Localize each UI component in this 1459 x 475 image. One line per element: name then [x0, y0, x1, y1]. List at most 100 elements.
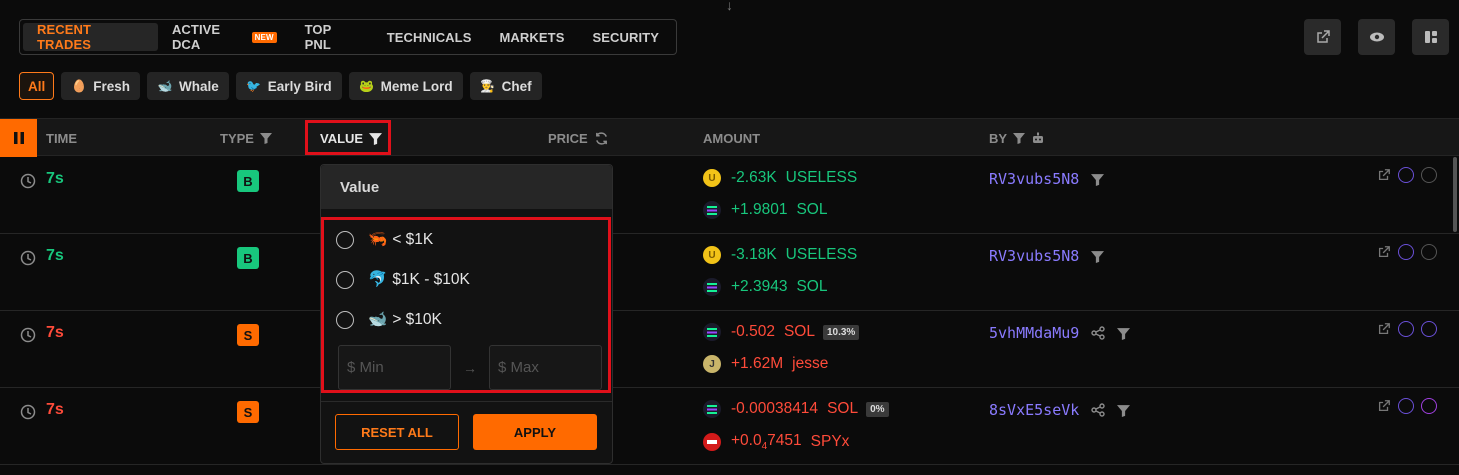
token-symbol[interactable]: SOL	[784, 323, 815, 341]
value-column-highlight	[305, 120, 391, 155]
token-symbol[interactable]: USELESS	[786, 169, 858, 187]
wallet-address[interactable]: RV3vubs5N8	[989, 247, 1079, 265]
tab-label: TECHNICALS	[386, 29, 472, 45]
trade-type-badge: B	[237, 247, 259, 269]
column-time: TIME	[46, 119, 77, 157]
amount-value: +1.9801	[731, 201, 788, 218]
tab-top-pnl[interactable]: TOP PNL	[291, 22, 373, 52]
option-label: < $1K	[392, 230, 434, 248]
token-symbol[interactable]: SOL	[796, 201, 827, 219]
column-amount: AMOUNT	[703, 119, 760, 157]
radio-button[interactable]	[336, 310, 354, 329]
tab-active-dca[interactable]: ACTIVE DCA NEW	[158, 22, 291, 52]
wallet-address[interactable]: RV3vubs5N8	[989, 170, 1079, 188]
filter-icon[interactable]	[1091, 250, 1105, 263]
radio-button[interactable]	[336, 270, 354, 289]
chip-whale[interactable]: 🐋 Whale	[147, 72, 229, 100]
value-option-large[interactable]: 🐋 > $10K	[336, 310, 442, 329]
explorer-icon[interactable]	[1398, 244, 1414, 260]
explorer-icon[interactable]	[1398, 321, 1414, 337]
wallet-address[interactable]: 5vhMMdaMu9	[989, 324, 1079, 342]
filter-icon[interactable]	[259, 132, 272, 144]
new-badge: NEW	[251, 31, 277, 43]
value-option-small[interactable]: 🦐 < $1K	[336, 230, 433, 249]
bird-icon: 🐦	[246, 79, 262, 93]
egg-icon: 🥚	[71, 79, 87, 93]
token-symbol[interactable]: SOL	[827, 400, 858, 418]
tab-markets[interactable]: MARKETS	[485, 23, 578, 51]
token-symbol[interactable]: jesse	[792, 355, 828, 373]
table-row[interactable]: 7s S -0.502 SOL 10.3% J +1.62M jesse 5vh…	[0, 311, 1459, 388]
amount-value: -2.63K	[731, 169, 777, 186]
reset-all-button[interactable]: RESET ALL	[335, 414, 459, 450]
min-value-input[interactable]	[338, 345, 451, 390]
token-symbol[interactable]: SOL	[796, 278, 827, 296]
jesse-token-icon: J	[703, 355, 721, 373]
filter-icon[interactable]	[1117, 404, 1131, 417]
bot-icon[interactable]	[1031, 132, 1045, 144]
trader-wallet[interactable]: RV3vubs5N8	[989, 247, 1105, 265]
trader-wallet[interactable]: 5vhMMdaMu9	[989, 324, 1131, 342]
chip-all[interactable]: All	[19, 72, 55, 100]
explorer-icon[interactable]	[1398, 167, 1414, 183]
trader-wallet[interactable]: 8sVxE5seVk	[989, 401, 1131, 419]
trader-wallet[interactable]: RV3vubs5N8	[989, 170, 1105, 188]
amount-prefix: +0.0	[731, 432, 762, 449]
table-row[interactable]: 7s B U -2.63K USELESS +1.9801 SOL RV3vub…	[0, 157, 1459, 234]
dex-icon[interactable]	[1421, 398, 1437, 414]
apply-button[interactable]: APPLY	[473, 414, 597, 450]
column-label: AMOUNT	[703, 130, 761, 146]
percent-badge: 10.3%	[822, 324, 860, 340]
pause-button[interactable]	[0, 119, 37, 157]
table-row[interactable]: 7s B U -3.18K USELESS +2.3943 SOL RV3vub…	[0, 234, 1459, 311]
value-option-medium[interactable]: 🐬 $1K - $10K	[336, 270, 470, 289]
chip-early-bird[interactable]: 🐦 Early Bird	[235, 72, 342, 100]
filter-icon[interactable]	[1117, 327, 1131, 340]
amount-value: -0.00038414	[731, 400, 819, 417]
chip-chef[interactable]: 👨‍🍳 Chef	[469, 72, 542, 100]
percent-badge: 0%	[866, 401, 889, 417]
scrollbar[interactable]	[1453, 157, 1457, 232]
explorer-icon[interactable]	[1398, 398, 1414, 414]
tab-technicals[interactable]: TECHNICALS	[373, 23, 486, 51]
external-link-button[interactable]	[1304, 19, 1341, 55]
dolphin-icon: 🐬	[368, 271, 388, 288]
share-icon[interactable]	[1091, 403, 1106, 417]
radio-button[interactable]	[336, 230, 354, 249]
unknown-source-icon[interactable]	[1421, 244, 1437, 260]
amount-line: -0.00038414 SOL 0%	[703, 400, 889, 418]
external-link-icon[interactable]	[1377, 322, 1391, 336]
refresh-icon[interactable]	[594, 131, 609, 146]
layout-button[interactable]	[1412, 19, 1449, 55]
share-icon[interactable]	[1091, 326, 1106, 340]
chip-fresh[interactable]: 🥚 Fresh	[61, 72, 141, 100]
trade-age: 7s	[46, 247, 64, 264]
row-actions	[1377, 167, 1437, 183]
amount-line: +1.9801 SOL	[703, 201, 827, 219]
external-link-icon[interactable]	[1377, 399, 1391, 413]
max-value-input[interactable]	[489, 345, 602, 390]
token-symbol[interactable]: USELESS	[786, 246, 858, 264]
table-header: TIME TYPE VALUE PRICE AMOUNT BY	[0, 118, 1459, 157]
solana-coin-icon	[703, 278, 721, 296]
visibility-button[interactable]	[1358, 19, 1395, 55]
chip-meme-lord[interactable]: 🐸 Meme Lord	[348, 72, 463, 100]
unknown-source-icon[interactable]	[1421, 167, 1437, 183]
filter-icon[interactable]	[1091, 173, 1105, 186]
tab-security[interactable]: SECURITY	[578, 23, 673, 51]
clock-icon	[20, 327, 36, 343]
table-row[interactable]: 7s S -0.00038414 SOL 0% +0.047451 SPYx 8…	[0, 388, 1459, 465]
clock-icon	[20, 404, 36, 420]
tab-label: ACTIVE DCA	[171, 22, 221, 52]
wallet-address[interactable]: 8sVxE5seVk	[989, 401, 1079, 419]
trade-type-badge: B	[237, 170, 259, 192]
external-link-icon[interactable]	[1377, 245, 1391, 259]
amount-line: U -2.63K USELESS	[703, 169, 857, 187]
filter-icon[interactable]	[1013, 132, 1026, 144]
external-link-icon[interactable]	[1377, 168, 1391, 182]
tab-recent-trades[interactable]: RECENT TRADES	[23, 22, 158, 52]
amount-line: +2.3943 SOL	[703, 278, 827, 296]
explorer-icon[interactable]	[1421, 321, 1437, 337]
token-symbol[interactable]: SPYx	[811, 433, 850, 451]
spyx-token-icon	[703, 433, 721, 452]
